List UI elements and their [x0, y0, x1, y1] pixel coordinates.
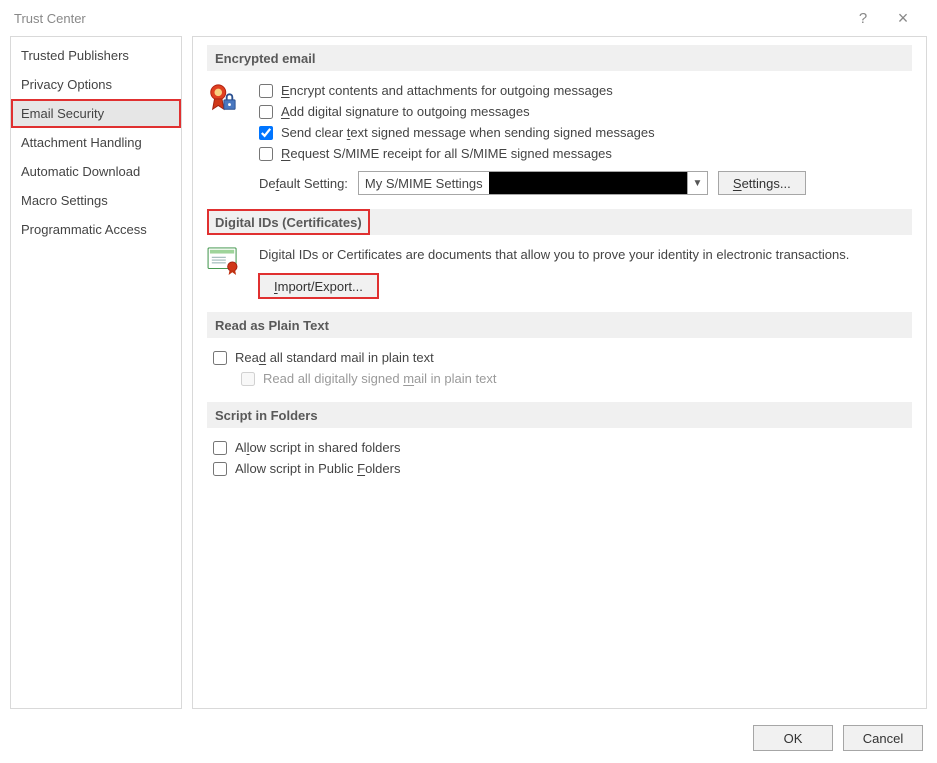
smime-receipt-checkbox[interactable]: Request S/MIME receipt for all S/MIME si… — [259, 146, 912, 161]
read-signed-plain-label: Read all digitally signed mail in plain … — [263, 371, 496, 386]
content-panel: Encrypted email Encrypt conten — [192, 36, 927, 709]
script-public-checkbox[interactable]: Allow script in Public Folders — [213, 461, 912, 476]
smime-receipt-label: Request S/MIME receipt for all S/MIME si… — [281, 146, 612, 161]
clear-text-checkbox[interactable]: Send clear text signed message when send… — [259, 125, 912, 140]
window-title: Trust Center — [14, 11, 843, 26]
settings-button[interactable]: Settings... — [718, 171, 806, 195]
encrypt-label: Encrypt contents and attachments for out… — [281, 83, 613, 98]
default-setting-label: Default Setting: — [259, 176, 348, 191]
close-button[interactable]: × — [883, 8, 923, 29]
ribbon-lock-icon — [207, 83, 237, 113]
ok-button[interactable]: OK — [753, 725, 833, 751]
cancel-button[interactable]: Cancel — [843, 725, 923, 751]
add-signature-checkbox[interactable]: Add digital signature to outgoing messag… — [259, 104, 912, 119]
dialog-footer: OK Cancel — [0, 719, 937, 763]
encrypt-checkbox[interactable]: Encrypt contents and attachments for out… — [259, 83, 912, 98]
certificate-icon — [207, 247, 239, 275]
titlebar: Trust Center ? × — [0, 0, 937, 36]
add-signature-label: Add digital signature to outgoing messag… — [281, 104, 530, 119]
section-digital-ids-header-bg: Digital IDs (Certificates) — [207, 209, 912, 235]
section-encrypted-email-header: Encrypted email — [207, 45, 912, 71]
chevron-down-icon[interactable]: ▼ — [687, 172, 707, 194]
import-export-button[interactable]: Import/Export... — [259, 274, 378, 298]
sidebar-item-macro-settings[interactable]: Macro Settings — [11, 186, 181, 215]
section-plain-text-header: Read as Plain Text — [207, 312, 912, 338]
trust-center-dialog: Trust Center ? × Trusted Publishers Priv… — [0, 0, 937, 763]
help-button[interactable]: ? — [843, 10, 883, 27]
section-digital-ids-header: Digital IDs (Certificates) — [207, 209, 370, 235]
sidebar-item-privacy-options[interactable]: Privacy Options — [11, 70, 181, 99]
sidebar-item-email-security[interactable]: Email Security — [11, 99, 181, 128]
script-shared-label: Allow script in shared folders — [235, 440, 400, 455]
sidebar-item-programmatic-access[interactable]: Programmatic Access — [11, 215, 181, 244]
clear-text-label: Send clear text signed message when send… — [281, 125, 655, 140]
script-public-label: Allow script in Public Folders — [235, 461, 400, 476]
sidebar-item-trusted-publishers[interactable]: Trusted Publishers — [11, 41, 181, 70]
read-all-plain-label: Read all standard mail in plain text — [235, 350, 434, 365]
redacted-area — [489, 172, 687, 194]
sidebar-item-attachment-handling[interactable]: Attachment Handling — [11, 128, 181, 157]
section-script-header: Script in Folders — [207, 402, 912, 428]
read-signed-plain-checkbox[interactable]: Read all digitally signed mail in plain … — [213, 371, 912, 386]
default-setting-combo[interactable]: My S/MIME Settings ▼ — [358, 171, 708, 195]
read-all-plain-checkbox[interactable]: Read all standard mail in plain text — [213, 350, 912, 365]
digital-ids-description: Digital IDs or Certificates are document… — [259, 247, 912, 262]
script-shared-checkbox[interactable]: Allow script in shared folders — [213, 440, 912, 455]
default-setting-value: My S/MIME Settings — [359, 176, 489, 191]
category-sidebar: Trusted Publishers Privacy Options Email… — [10, 36, 182, 709]
sidebar-item-automatic-download[interactable]: Automatic Download — [11, 157, 181, 186]
